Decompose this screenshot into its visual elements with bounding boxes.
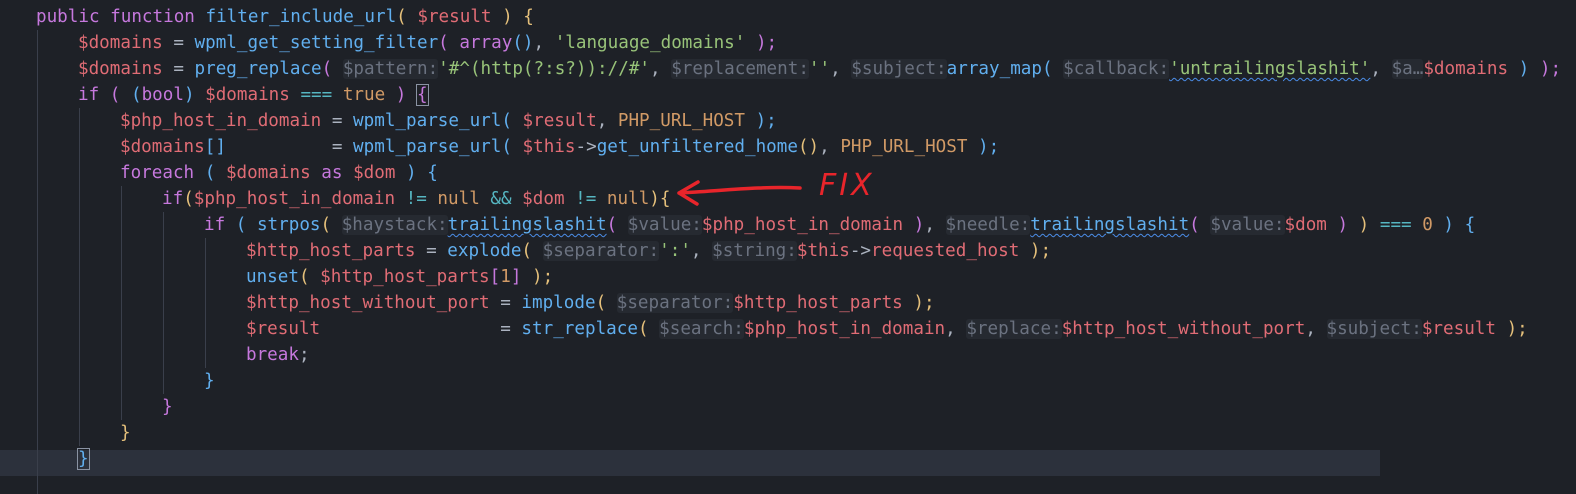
red-arrow-icon bbox=[677, 180, 802, 206]
fix-label: FIX bbox=[819, 168, 875, 203]
fix-annotation: FIX bbox=[677, 168, 875, 206]
